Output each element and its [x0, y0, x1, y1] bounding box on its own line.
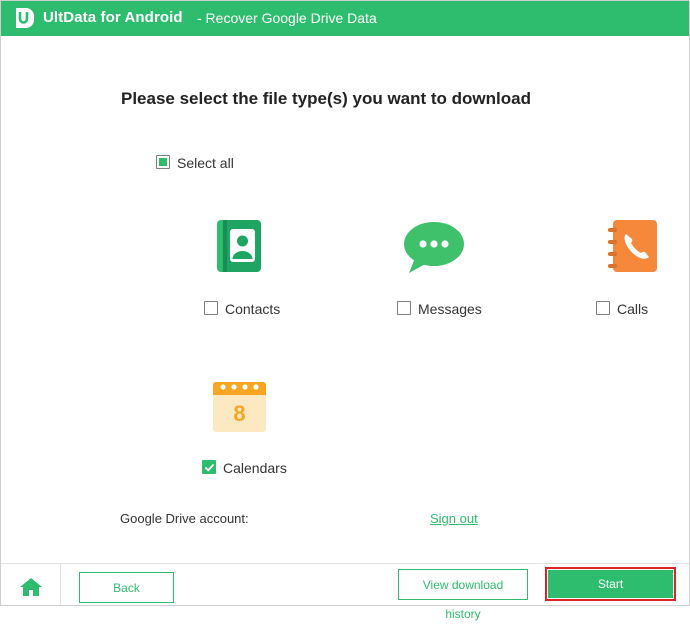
app-name: UltData for Android	[43, 9, 183, 26]
messages-icon[interactable]	[403, 220, 465, 274]
checkmark-icon	[204, 463, 215, 472]
contacts-icon[interactable]	[217, 220, 262, 273]
view-download-history-button[interactable]: View download history	[398, 569, 528, 621]
home-icon[interactable]	[19, 577, 43, 597]
calendars-label[interactable]: Calendars	[223, 460, 287, 476]
window-subtitle: - Recover Google Drive Data	[197, 10, 377, 26]
calendars-icon[interactable]: 8	[213, 379, 267, 433]
messages-label[interactable]: Messages	[418, 301, 482, 317]
app-window: UltData for Android - Recover Google Dri…	[0, 0, 690, 621]
contacts-label[interactable]: Contacts	[225, 301, 280, 317]
select-all-checkbox[interactable]	[156, 155, 170, 169]
messages-checkbox[interactable]	[397, 301, 411, 315]
title-bar: UltData for Android - Recover Google Dri…	[1, 1, 689, 36]
calendar-day-number: 8	[233, 401, 245, 426]
calls-icon[interactable]	[607, 220, 657, 273]
sign-out-link[interactable]: Sign out	[430, 511, 478, 526]
contacts-checkbox[interactable]	[204, 301, 218, 315]
google-drive-account-label: Google Drive account:	[120, 511, 249, 526]
calls-checkbox[interactable]	[596, 301, 610, 315]
footer-vertical-divider	[60, 563, 61, 605]
back-button[interactable]: Back	[79, 572, 174, 603]
page-heading: Please select the file type(s) you want …	[121, 89, 531, 108]
calendars-checkbox[interactable]	[202, 460, 216, 474]
start-button[interactable]: Start	[545, 567, 676, 601]
calls-label[interactable]: Calls	[617, 301, 648, 317]
start-button-label: Start	[548, 570, 673, 598]
ultdata-logo-icon	[16, 8, 34, 28]
select-all-label[interactable]: Select all	[177, 155, 234, 171]
footer-divider	[1, 563, 689, 564]
